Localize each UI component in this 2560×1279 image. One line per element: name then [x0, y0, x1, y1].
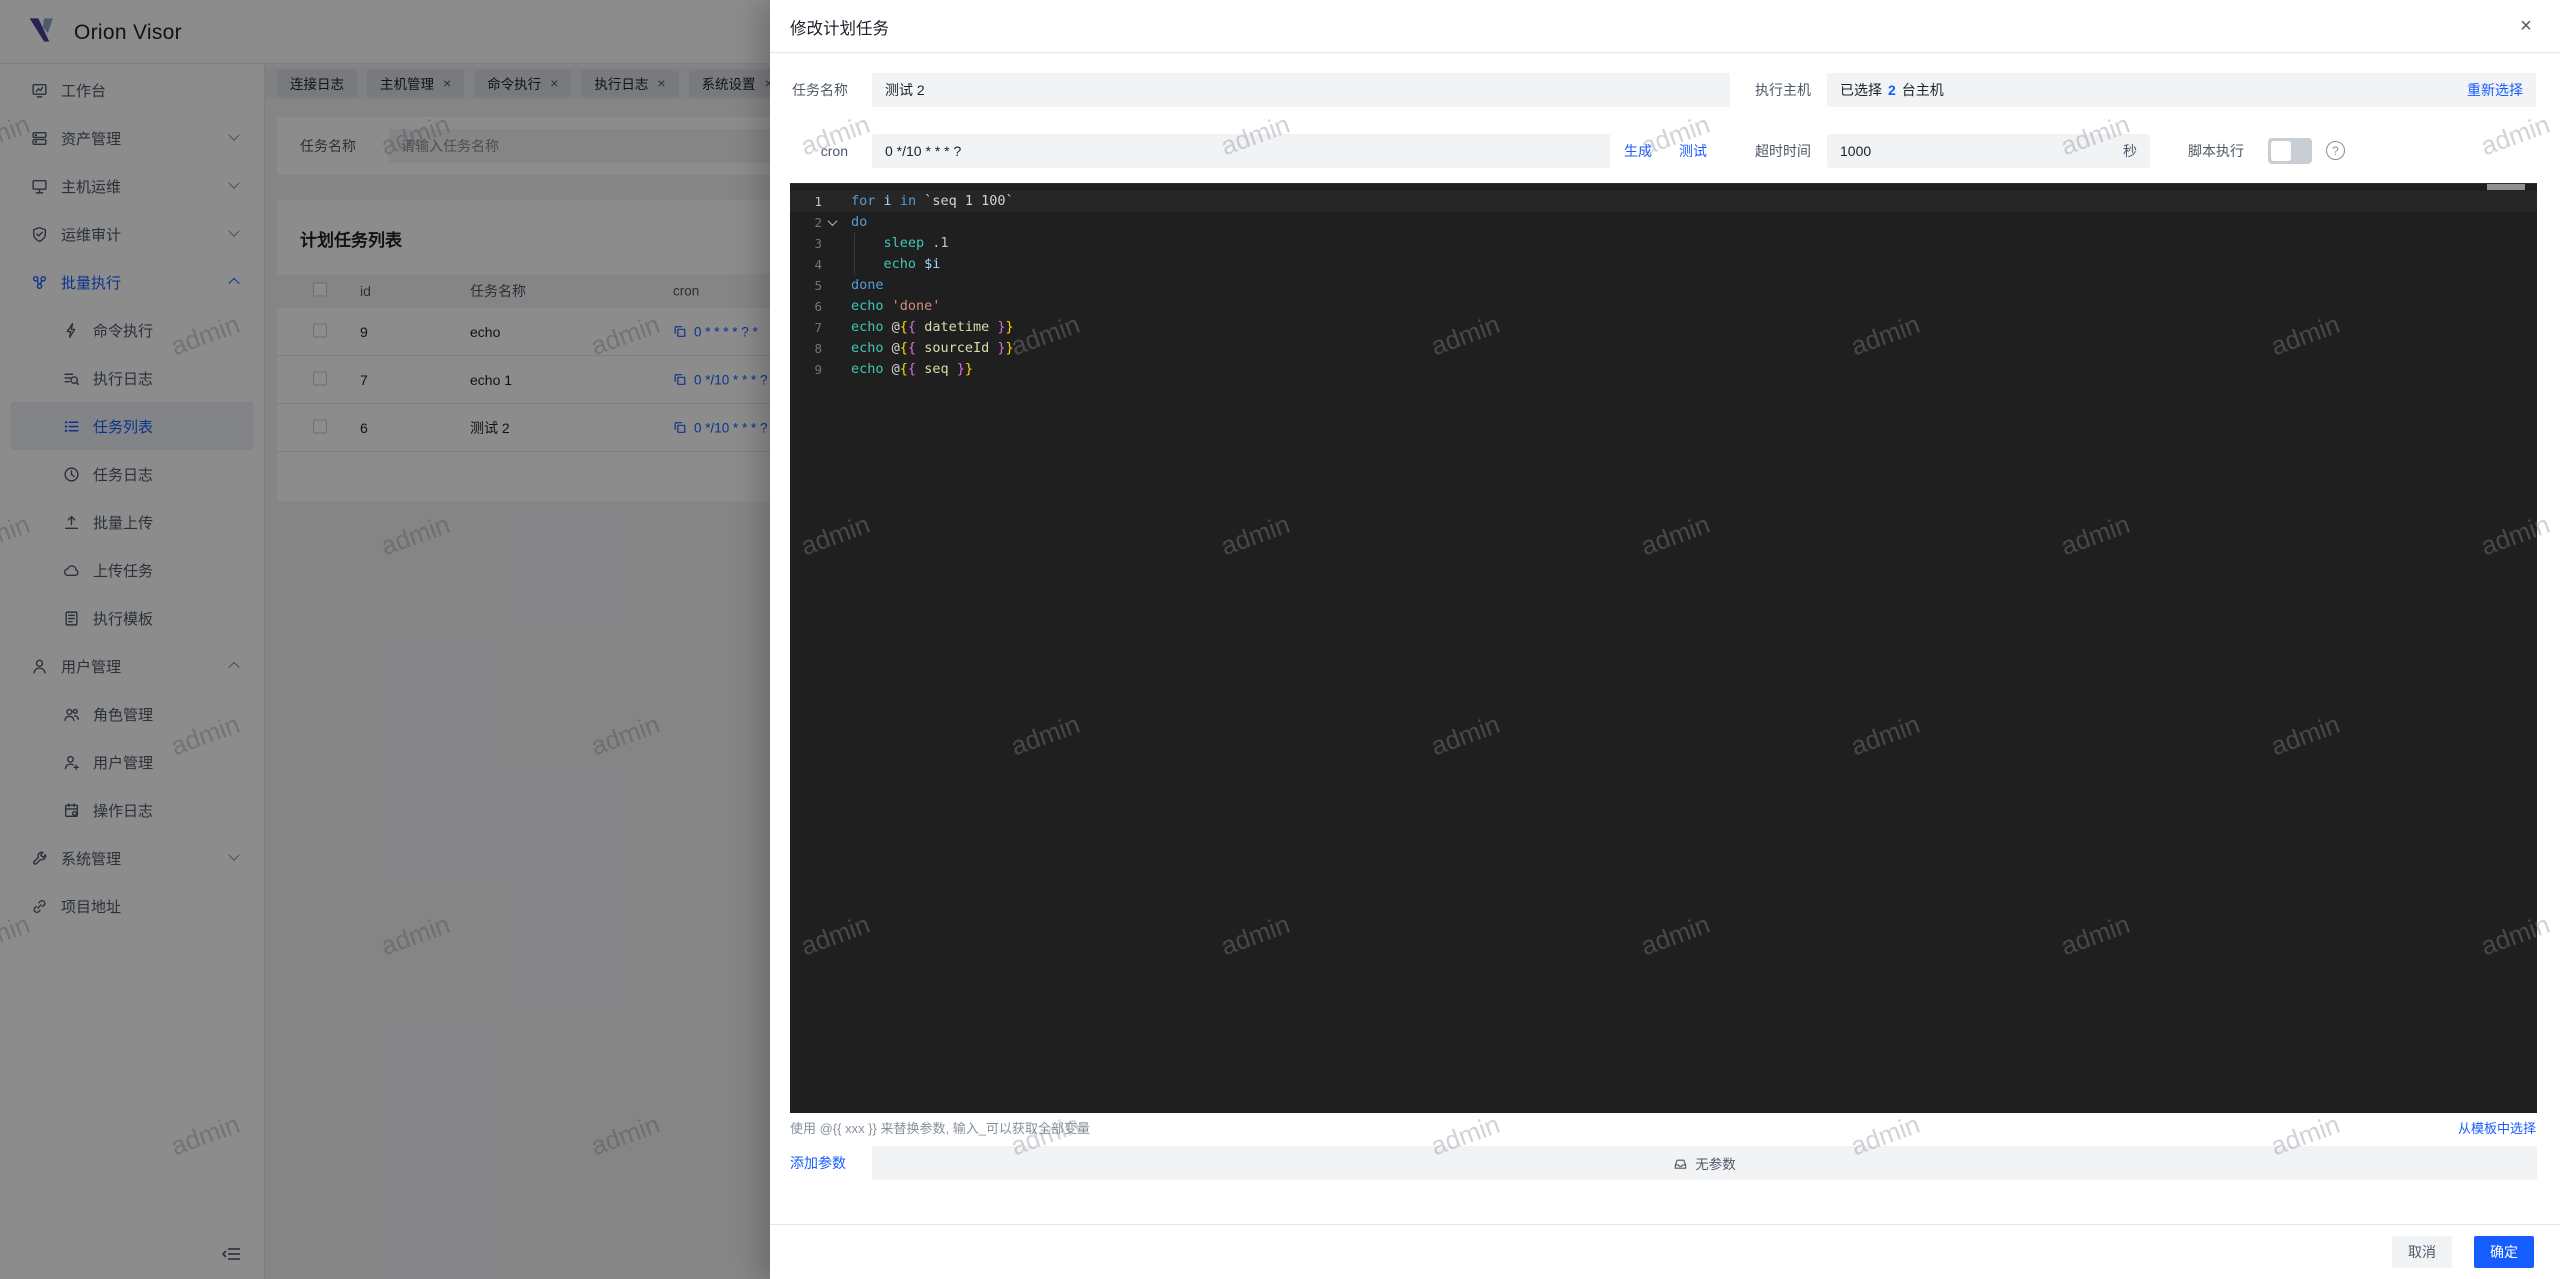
- editor-hint-row: 使用 @{{ xxx }} 来替换参数, 输入_可以获取全部变量 从模板中选择: [790, 1118, 2537, 1138]
- code-text: done: [842, 275, 2537, 296]
- timeout-unit: 秒: [2123, 141, 2137, 161]
- close-icon[interactable]: ×: [2508, 0, 2544, 53]
- cron-value: 0 */10 * * * ?: [885, 143, 961, 159]
- modal-footer: 取消 确定: [770, 1224, 2560, 1279]
- cron-actions: 生成 测试: [1624, 134, 1707, 168]
- code-line: 8 echo @{{ sourceId }}: [790, 338, 2537, 359]
- task-name-value: 测试 2: [885, 80, 925, 100]
- timeout-label: 超时时间: [1725, 134, 1811, 168]
- fold-gutter: [822, 275, 842, 296]
- line-number: 3: [790, 233, 822, 254]
- timeout-value: 1000: [1840, 143, 1871, 159]
- code-line: 1 for i in `seq 1 100`: [790, 191, 2537, 212]
- script-code-editor[interactable]: 1for i in `seq 1 100`2do3 sleep .14 echo…: [790, 183, 2537, 1113]
- reselect-hosts-link[interactable]: 重新选择: [2467, 80, 2523, 100]
- param-row: 添加参数 无参数: [770, 1146, 2560, 1180]
- confirm-button[interactable]: 确定: [2474, 1236, 2534, 1268]
- code-text: echo 'done': [842, 296, 2537, 317]
- host-selected-suffix: 台主机: [1902, 80, 1944, 100]
- fold-gutter: [822, 338, 842, 359]
- line-number: 1: [790, 191, 822, 212]
- exec-host-label: 执行主机: [1725, 73, 1811, 107]
- code-line: 2 do: [790, 212, 2537, 233]
- code-text: echo @{{ datetime }}: [842, 317, 2537, 338]
- script-exec-label: 脚本执行: [2188, 134, 2244, 168]
- fold-gutter: [822, 254, 842, 275]
- script-exec-toggle[interactable]: [2268, 138, 2312, 164]
- exec-host-field: 已选择 2 台主机 重新选择: [1827, 73, 2536, 107]
- modal-title: 修改计划任务: [790, 0, 889, 53]
- line-number: 8: [790, 338, 822, 359]
- cron-field[interactable]: 0 */10 * * * ?: [872, 134, 1610, 168]
- cron-label: cron: [790, 134, 848, 168]
- empty-box-icon: [1673, 1156, 1688, 1171]
- param-usage-hint: 使用 @{{ xxx }} 来替换参数, 输入_可以获取全部变量: [790, 1121, 1090, 1136]
- code-lines: 1for i in `seq 1 100`2do3 sleep .14 echo…: [790, 191, 2537, 380]
- toggle-knob: [2271, 141, 2291, 161]
- line-number: 9: [790, 359, 822, 380]
- task-name-field[interactable]: 测试 2: [872, 73, 1730, 107]
- modal-header: 修改计划任务 ×: [770, 0, 2560, 53]
- line-number: 6: [790, 296, 822, 317]
- code-line: 9 echo @{{ seq }}: [790, 359, 2537, 380]
- code-line: 3 sleep .1: [790, 233, 2537, 254]
- fold-gutter: [822, 317, 842, 338]
- code-text: for i in `seq 1 100`: [842, 191, 2537, 212]
- cron-generate-link[interactable]: 生成: [1624, 141, 1652, 161]
- host-selected-prefix: 已选择: [1840, 80, 1882, 100]
- fold-gutter: [822, 233, 842, 254]
- help-icon[interactable]: ?: [2326, 141, 2345, 160]
- code-text: echo $i: [842, 254, 2537, 275]
- timeout-field[interactable]: 1000 秒: [1827, 134, 2150, 168]
- fold-gutter: [822, 359, 842, 380]
- fold-chevron-icon[interactable]: [822, 212, 842, 233]
- cron-test-link[interactable]: 测试: [1679, 141, 1707, 161]
- no-param-empty-state: 无参数: [872, 1146, 2537, 1180]
- code-text: echo @{{ seq }}: [842, 359, 2537, 380]
- code-text: sleep .1: [842, 233, 2537, 254]
- code-line: 6 echo 'done': [790, 296, 2537, 317]
- choose-from-template-link[interactable]: 从模板中选择: [2458, 1118, 2536, 1137]
- code-line: 4 echo $i: [790, 254, 2537, 275]
- line-number: 4: [790, 254, 822, 275]
- no-param-text: 无参数: [1695, 1153, 1736, 1173]
- code-text: echo @{{ sourceId }}: [842, 338, 2537, 359]
- line-number: 2: [790, 212, 822, 233]
- fold-gutter: [822, 296, 842, 317]
- code-text: do: [842, 212, 2537, 233]
- cancel-button[interactable]: 取消: [2392, 1236, 2452, 1268]
- add-param-link[interactable]: 添加参数: [790, 1146, 846, 1180]
- line-number: 7: [790, 317, 822, 338]
- fold-gutter: [822, 191, 842, 212]
- edit-scheduled-task-modal: 修改计划任务 × 任务名称 测试 2 执行主机 已选择 2 台主机 重新选择 c…: [770, 0, 2560, 1279]
- task-name-label: 任务名称: [790, 73, 848, 107]
- code-line: 7 echo @{{ datetime }}: [790, 317, 2537, 338]
- line-number: 5: [790, 275, 822, 296]
- code-line: 5 done: [790, 275, 2537, 296]
- overview-ruler-cursor: [2487, 184, 2525, 190]
- host-selected-count: 2: [1888, 82, 1896, 98]
